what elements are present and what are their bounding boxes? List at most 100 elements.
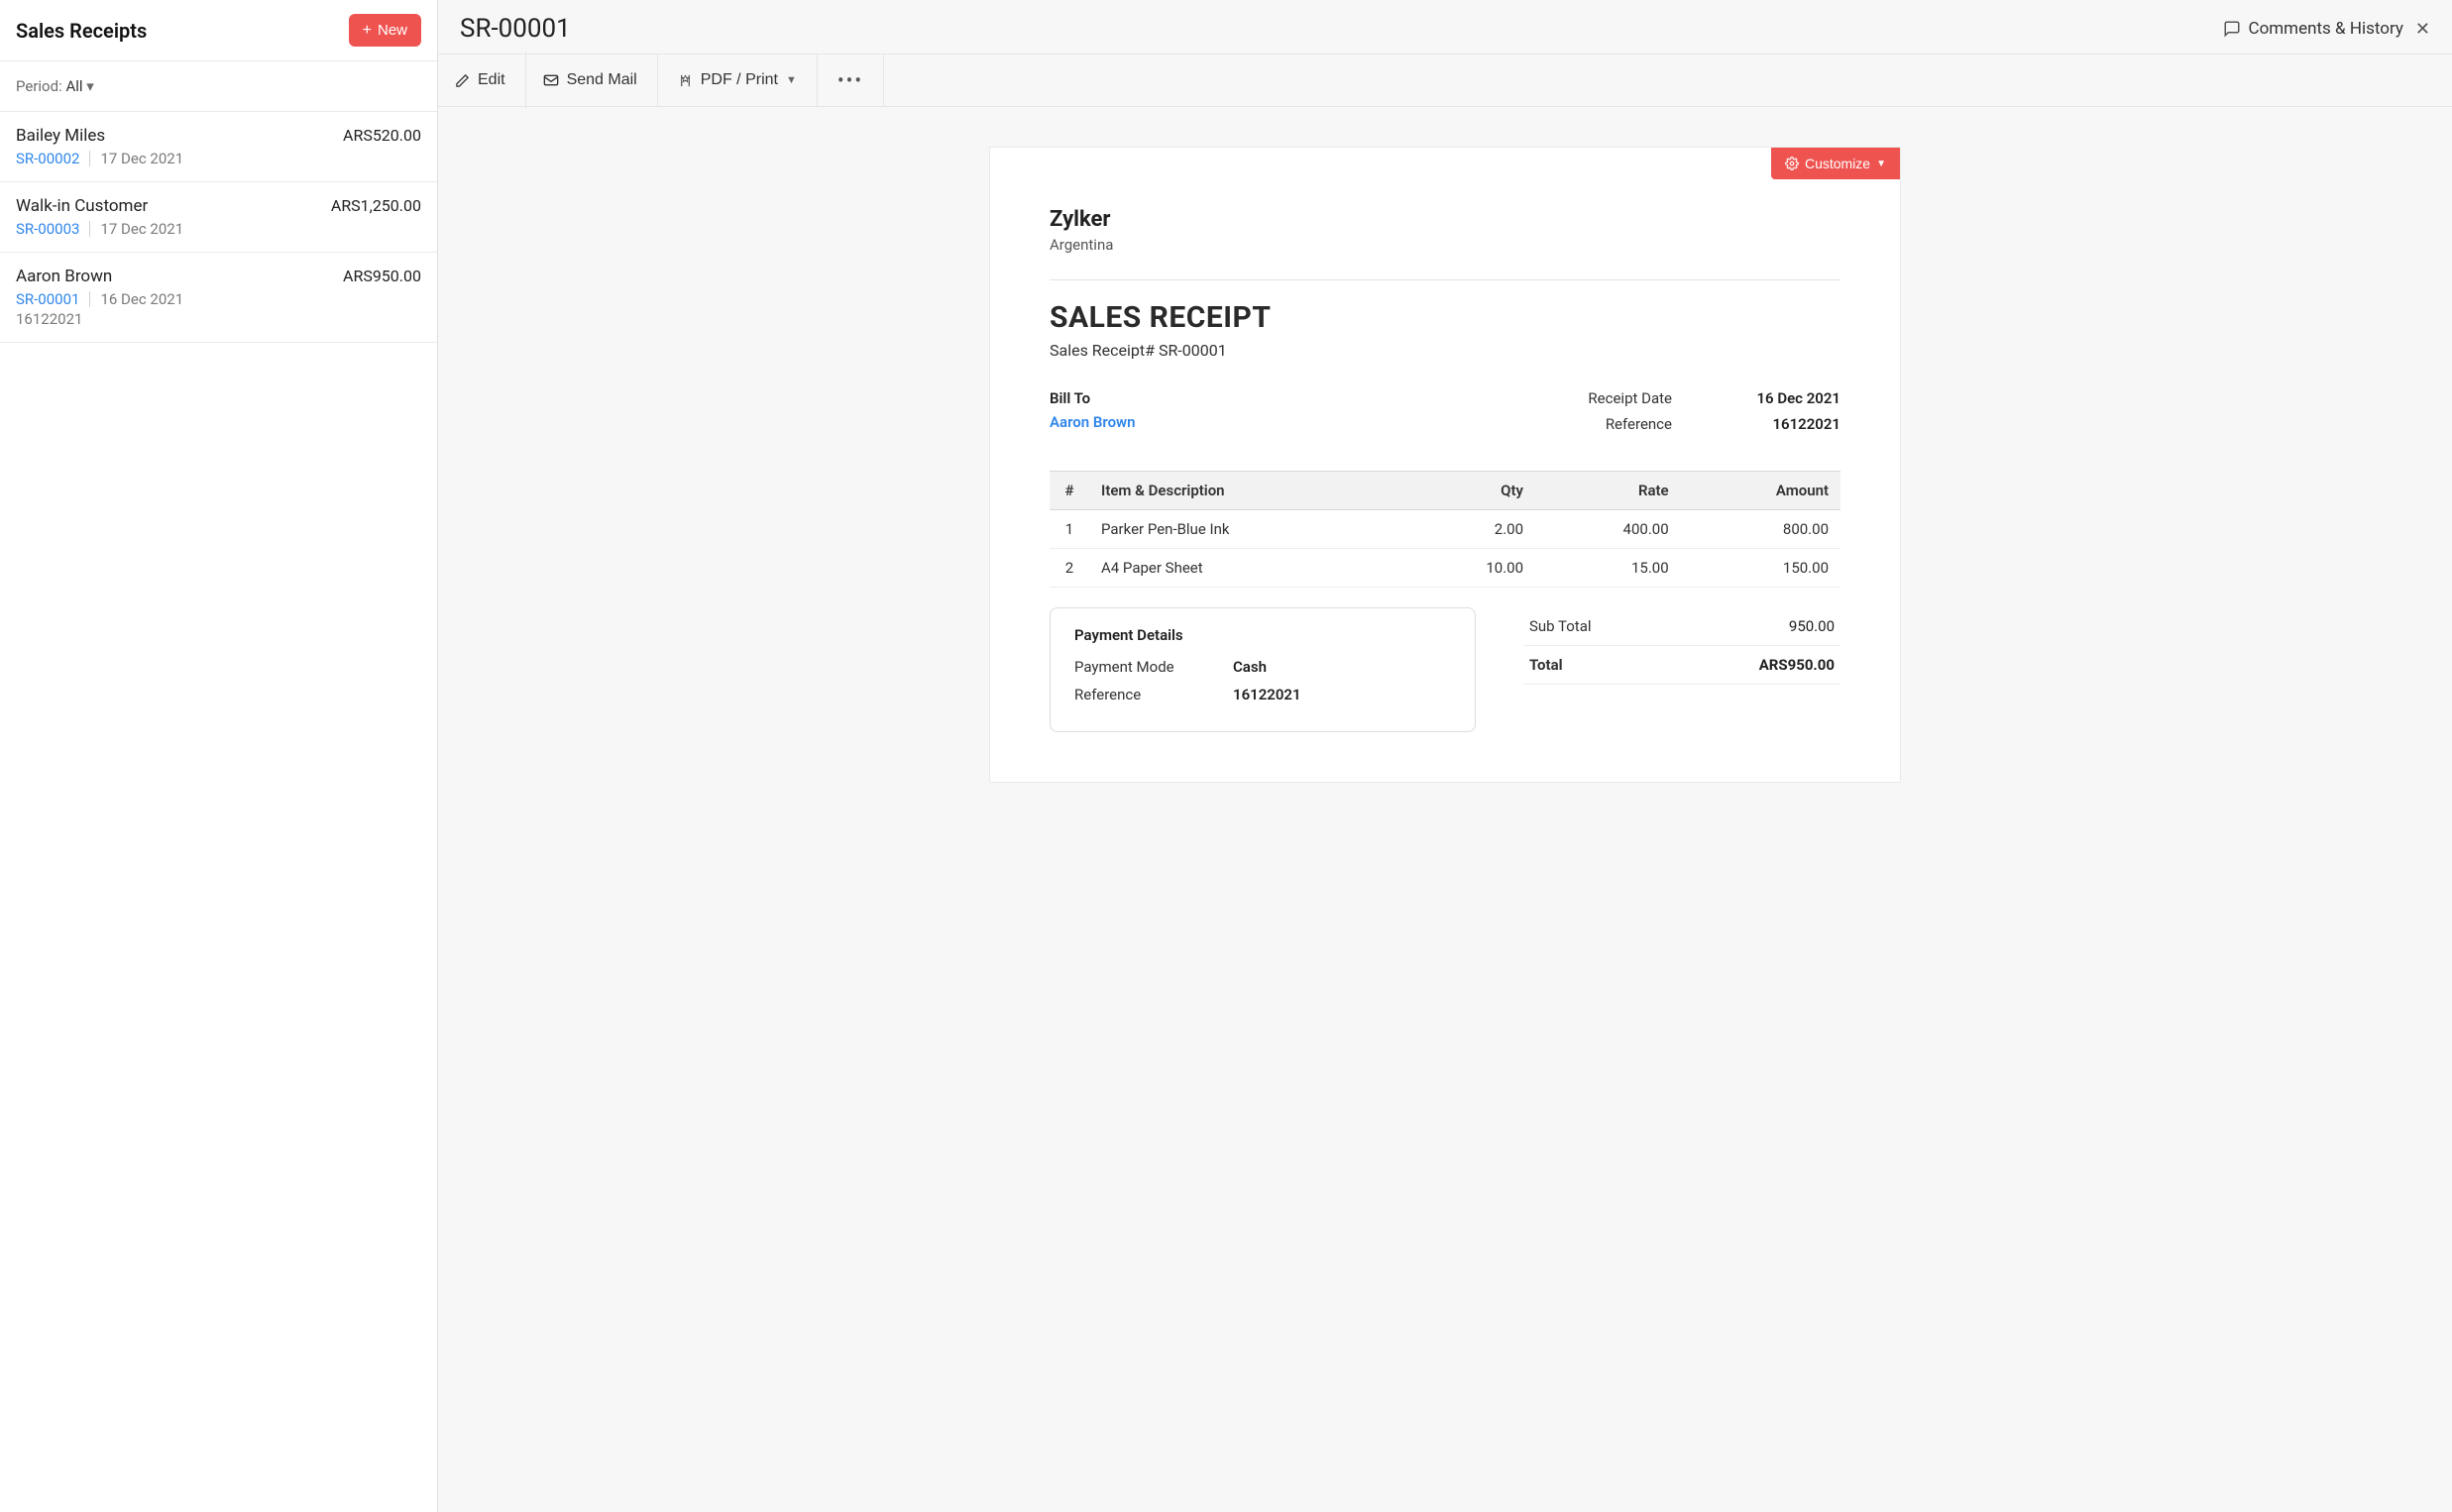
customer-name: Aaron Brown <box>16 267 112 286</box>
table-row: 2 A4 Paper Sheet 10.00 15.00 150.00 <box>1050 549 1840 588</box>
receipt-date-value: 16 Dec 2021 <box>1731 389 1840 407</box>
separator <box>89 291 90 307</box>
payment-mode-value: Cash <box>1233 658 1267 676</box>
company-name: Zylker <box>1050 207 1840 232</box>
document-body: Zylker Argentina SALES RECEIPT Sales Rec… <box>990 148 1900 782</box>
line-items-table: # Item & Description Qty Rate Amount 1 P… <box>1050 471 1840 588</box>
comments-history-link[interactable]: Comments & History <box>2223 19 2403 39</box>
document-scroll-area[interactable]: Customize ▼ Zylker Argentina SALES RECEI… <box>438 107 2452 1512</box>
cell-desc: A4 Paper Sheet <box>1089 549 1407 588</box>
pdf-print-label: PDF / Print <box>701 71 778 89</box>
receipt-document: Customize ▼ Zylker Argentina SALES RECEI… <box>989 147 1901 783</box>
new-button-label: New <box>378 22 407 39</box>
period-filter[interactable]: Period: All ▾ <box>0 61 437 112</box>
comment-icon <box>2223 20 2241 38</box>
payment-mode-label: Payment Mode <box>1074 658 1233 676</box>
period-value: All <box>65 77 82 95</box>
table-row: 1 Parker Pen-Blue Ink 2.00 400.00 800.00 <box>1050 510 1840 549</box>
cell-qty: 10.00 <box>1407 549 1535 588</box>
amount: ARS520.00 <box>343 126 421 145</box>
table-header-row: # Item & Description Qty Rate Amount <box>1050 472 1840 510</box>
cell-rate: 400.00 <box>1535 510 1681 549</box>
new-button[interactable]: + New <box>349 14 421 47</box>
more-actions-button[interactable]: ••• <box>818 54 884 106</box>
pdf-icon <box>678 73 693 88</box>
close-button[interactable]: ✕ <box>2415 19 2430 40</box>
totals-block: Sub Total 950.00 Total ARS950.00 <box>1523 607 1840 685</box>
detail-header: SR-00001 Comments & History ✕ <box>438 0 2452 54</box>
receipts-list-panel: Sales Receipts + New Period: All ▾ Baile… <box>0 0 438 1512</box>
detail-panel: SR-00001 Comments & History ✕ Edit <box>438 0 2452 1512</box>
cell-num: 1 <box>1050 510 1089 549</box>
chevron-down-icon: ▾ <box>86 77 94 95</box>
receipt-number-link[interactable]: SR-00001 <box>16 290 79 308</box>
comments-history-label: Comments & History <box>2249 19 2403 39</box>
send-mail-button[interactable]: Send Mail <box>523 54 658 106</box>
app-root: Sales Receipts + New Period: All ▾ Baile… <box>0 0 2452 1512</box>
col-qty: Qty <box>1407 472 1535 510</box>
bill-to-block: Bill To Aaron Brown <box>1050 389 1136 441</box>
payment-details-box: Payment Details Payment Mode Cash Refere… <box>1050 607 1476 732</box>
customer-name: Walk-in Customer <box>16 196 148 216</box>
separator <box>89 151 90 166</box>
cell-amount: 150.00 <box>1681 549 1840 588</box>
send-mail-label: Send Mail <box>567 71 637 89</box>
company-block: Zylker Argentina <box>1050 207 1840 254</box>
plus-icon: + <box>363 23 372 39</box>
chevron-down-icon: ▼ <box>786 74 797 86</box>
mail-icon <box>543 73 559 87</box>
payment-ref-value: 16122021 <box>1233 686 1301 703</box>
col-desc: Item & Description <box>1089 472 1407 510</box>
receipt-meta: Receipt Date 16 Dec 2021 Reference 16122… <box>1588 389 1840 441</box>
amount: ARS1,250.00 <box>331 196 421 215</box>
bill-to-row: Bill To Aaron Brown Receipt Date 16 Dec … <box>1050 389 1840 441</box>
list-item[interactable]: Walk-in Customer ARS1,250.00 SR-00003 17… <box>0 182 437 253</box>
receipts-list: Bailey Miles ARS520.00 SR-00002 17 Dec 2… <box>0 112 437 343</box>
pdf-print-button[interactable]: PDF / Print ▼ <box>658 54 818 106</box>
cell-num: 2 <box>1050 549 1089 588</box>
list-title: Sales Receipts <box>16 19 147 43</box>
total-label: Total <box>1529 656 1563 674</box>
receipt-number-link[interactable]: SR-00002 <box>16 150 79 167</box>
list-item[interactable]: Bailey Miles ARS520.00 SR-00002 17 Dec 2… <box>0 112 437 182</box>
list-item[interactable]: Aaron Brown ARS950.00 SR-00001 16 Dec 20… <box>0 253 437 343</box>
receipt-number: Sales Receipt# SR-00001 <box>1050 341 1840 360</box>
cell-rate: 15.00 <box>1535 549 1681 588</box>
document-footer-row: Payment Details Payment Mode Cash Refere… <box>1050 607 1840 732</box>
period-label: Period: <box>16 77 62 95</box>
payment-ref-label: Reference <box>1074 686 1233 703</box>
total-value: ARS950.00 <box>1759 656 1835 674</box>
detail-toolbar: Edit Send Mail PDF / Print ▼ ••• <box>438 54 2452 107</box>
divider <box>1050 279 1840 280</box>
close-icon: ✕ <box>2415 19 2430 40</box>
edit-button-label: Edit <box>478 71 505 89</box>
receipt-date: 17 Dec 2021 <box>100 220 183 238</box>
amount: ARS950.00 <box>343 267 421 285</box>
receipt-reference: 16122021 <box>16 310 421 328</box>
reference-value: 16122021 <box>1731 415 1840 433</box>
edit-button[interactable]: Edit <box>435 52 526 109</box>
subtotal-value: 950.00 <box>1789 617 1835 635</box>
separator <box>89 221 90 237</box>
subtotal-row: Sub Total 950.00 <box>1523 607 1840 646</box>
subtotal-label: Sub Total <box>1529 617 1592 635</box>
more-horizontal-icon: ••• <box>837 68 863 92</box>
col-amount: Amount <box>1681 472 1840 510</box>
detail-title: SR-00001 <box>460 14 571 44</box>
customize-button[interactable]: Customize ▼ <box>1771 148 1900 179</box>
company-country: Argentina <box>1050 236 1840 254</box>
receipt-date-label: Receipt Date <box>1588 389 1672 407</box>
col-num: # <box>1050 472 1089 510</box>
chevron-down-icon: ▼ <box>1876 159 1886 169</box>
receipt-number-link[interactable]: SR-00003 <box>16 220 79 238</box>
pencil-icon <box>455 73 470 88</box>
total-row: Total ARS950.00 <box>1523 646 1840 685</box>
receipt-date: 17 Dec 2021 <box>100 150 183 167</box>
col-rate: Rate <box>1535 472 1681 510</box>
bill-to-customer-link[interactable]: Aaron Brown <box>1050 413 1136 431</box>
receipt-date: 16 Dec 2021 <box>100 290 183 308</box>
gear-icon <box>1785 157 1799 170</box>
cell-amount: 800.00 <box>1681 510 1840 549</box>
customize-label: Customize <box>1805 156 1870 171</box>
payment-details-title: Payment Details <box>1074 626 1451 644</box>
